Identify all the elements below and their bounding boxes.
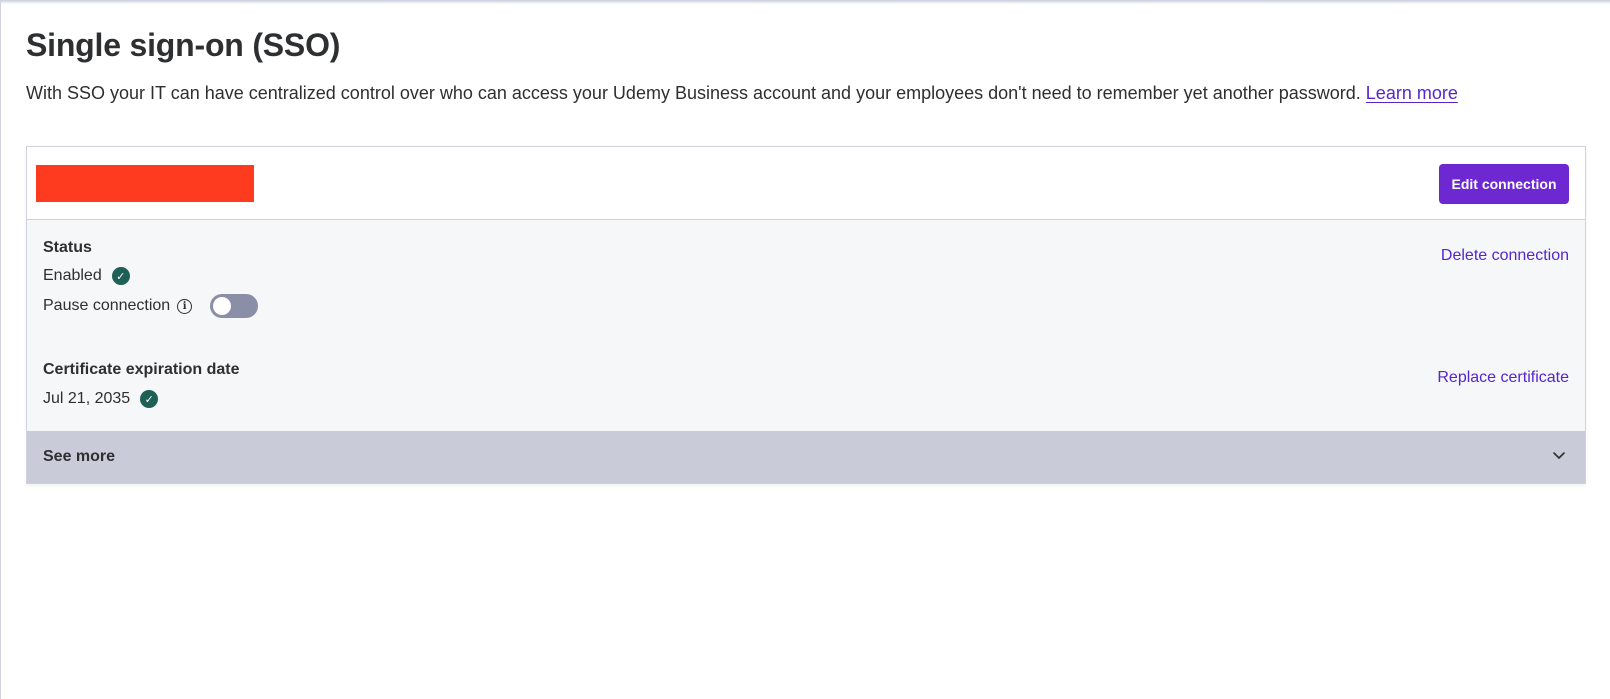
info-icon[interactable]: i bbox=[177, 298, 193, 314]
see-more-toggle[interactable]: See more bbox=[27, 431, 1585, 483]
learn-more-link[interactable]: Learn more bbox=[1366, 83, 1458, 103]
pause-connection-toggle[interactable] bbox=[210, 294, 259, 318]
check-circle-icon: ✓ bbox=[140, 390, 159, 408]
replace-certificate-link[interactable]: Replace certificate bbox=[1437, 369, 1569, 387]
delete-connection-link[interactable]: Delete connection bbox=[1441, 247, 1569, 265]
description-text: With SSO your IT can have centralized co… bbox=[26, 83, 1361, 103]
certificate-row: Jul 21, 2035 ✓ bbox=[43, 390, 159, 408]
pause-connection-row: Pause connection i bbox=[43, 294, 259, 318]
see-more-label: See more bbox=[43, 448, 116, 465]
toggle-knob bbox=[213, 297, 232, 315]
check-circle-icon: ✓ bbox=[111, 267, 130, 285]
pause-connection-label: Pause connection bbox=[43, 297, 171, 314]
status-value: Enabled bbox=[43, 267, 102, 284]
left-divider bbox=[0, 0, 1, 699]
chevron-down-icon bbox=[1553, 452, 1565, 459]
sso-settings-page: Single sign-on (SSO) With SSO your IT ca… bbox=[26, 24, 1586, 484]
connection-name-redacted bbox=[36, 165, 254, 202]
card-header: Edit connection bbox=[27, 147, 1585, 220]
page-title: Single sign-on (SSO) bbox=[26, 27, 341, 63]
card-body: Status Enabled ✓ Pause connection i Dele… bbox=[27, 220, 1585, 432]
status-row: Enabled ✓ bbox=[43, 267, 130, 285]
page-description: With SSO your IT can have centralized co… bbox=[26, 80, 1586, 106]
top-shadow bbox=[0, 0, 1610, 4]
certificate-heading: Certificate expiration date bbox=[43, 361, 240, 378]
sso-connection-card: Edit connection Status Enabled ✓ Pause c… bbox=[26, 146, 1586, 484]
edit-connection-button[interactable]: Edit connection bbox=[1439, 164, 1569, 204]
certificate-expiration-value: Jul 21, 2035 bbox=[43, 390, 131, 407]
status-heading: Status bbox=[43, 239, 92, 256]
